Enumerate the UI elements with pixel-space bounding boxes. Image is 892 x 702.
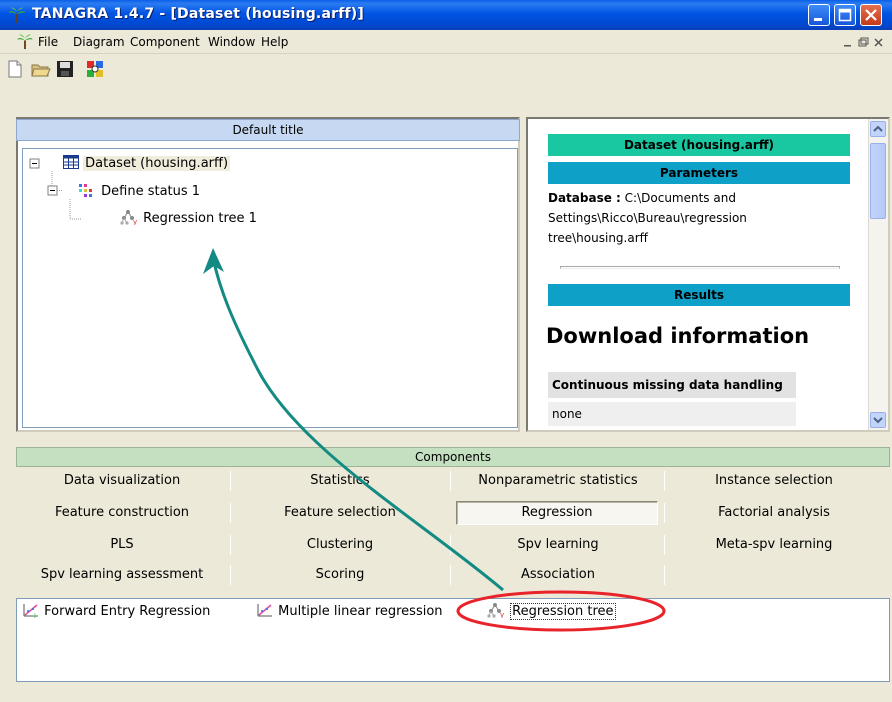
tab-data-visualization[interactable]: Data visualization <box>16 470 228 492</box>
results-title-bar: Dataset (housing.arff) <box>548 134 850 156</box>
component-forward-entry-regression[interactable]: + Forward Entry Regression <box>22 602 211 620</box>
tree-node-label: Define status 1 <box>101 184 201 199</box>
database-label: Database : <box>548 191 621 205</box>
diagram-tree: Dataset (housing.arff) Define status 1 y… <box>22 148 518 428</box>
database-path-3: tree\housing.arff <box>548 231 648 245</box>
missing-data-value: none <box>548 402 796 426</box>
svg-text:y: y <box>500 611 504 618</box>
scroll-up-button[interactable] <box>870 121 886 137</box>
tab-separator <box>450 535 451 555</box>
maximize-icon <box>838 8 852 22</box>
menu-diagram[interactable]: Diagram <box>73 35 125 49</box>
tab-clustering[interactable]: Clustering <box>234 534 446 556</box>
tab-separator <box>450 565 451 585</box>
open-folder-icon[interactable] <box>30 58 52 80</box>
tab-separator <box>230 503 231 523</box>
menu-help[interactable]: Help <box>261 35 288 49</box>
tab-instance-selection[interactable]: Instance selection <box>668 470 880 492</box>
tab-feature-selection[interactable]: Feature selection <box>234 502 446 524</box>
results-divider <box>560 266 840 269</box>
tab-spv-learning-assessment[interactable]: Spv learning assessment <box>16 564 228 586</box>
close-icon <box>865 9 877 21</box>
tab-separator <box>664 535 665 555</box>
tab-scoring[interactable]: Scoring <box>234 564 446 586</box>
tab-feature-construction[interactable]: Feature construction <box>16 502 228 524</box>
tab-meta-spv-learning[interactable]: Meta-spv learning <box>668 534 880 556</box>
mdi-close-icon <box>874 38 883 47</box>
tanagra-window: TANAGRA 1.4.7 - [Dataset (housing.arff)]… <box>0 0 892 702</box>
regression-tree-icon: y <box>120 210 137 226</box>
svg-text:y: y <box>133 218 137 225</box>
tab-statistics[interactable]: Statistics <box>234 470 446 492</box>
component-label: Regression tree <box>510 603 616 620</box>
missing-data-header: Continuous missing data handling <box>548 372 796 398</box>
component-regression-tree[interactable]: y Regression tree <box>486 602 616 620</box>
dataset-icon <box>63 155 79 169</box>
chevron-up-icon <box>873 125 883 132</box>
define-status-icon <box>79 184 92 197</box>
toolbar <box>0 55 892 83</box>
tree-node-define-status[interactable]: Define status 1 <box>77 182 200 199</box>
regression-chart-icon: + <box>23 604 38 620</box>
tab-separator <box>664 471 665 491</box>
diagram-title: Default title <box>16 119 520 141</box>
tab-separator <box>230 471 231 491</box>
minimize-button[interactable] <box>808 4 830 26</box>
menu-component[interactable]: Component <box>130 35 200 49</box>
status-bar <box>0 686 892 702</box>
parameters-bar: Parameters <box>548 162 850 184</box>
tab-association[interactable]: Association <box>454 564 662 586</box>
menu-bar: File Diagram Component Window Help <box>0 30 892 54</box>
tab-regression[interactable]: Regression <box>456 501 658 525</box>
new-file-icon[interactable] <box>4 58 26 80</box>
regression-tree-icon: y <box>487 603 504 619</box>
database-path-2: Settings\Ricco\Bureau\regression <box>548 211 747 225</box>
tab-separator <box>664 503 665 523</box>
tab-nonparametric-statistics[interactable]: Nonparametric statistics <box>454 470 662 492</box>
tab-factorial-analysis[interactable]: Factorial analysis <box>668 502 880 524</box>
tab-separator <box>450 471 451 491</box>
tree-node-dataset[interactable]: Dataset (housing.arff) <box>63 155 231 171</box>
component-label: Multiple linear regression <box>278 604 443 619</box>
tree-node-label: Dataset (housing.arff) <box>83 156 231 171</box>
save-icon[interactable] <box>54 58 76 80</box>
chevron-down-icon <box>873 417 883 424</box>
component-multiple-linear-regression[interactable]: Multiple linear regression <box>256 602 443 619</box>
tab-separator <box>664 565 665 585</box>
scroll-thumb[interactable] <box>870 143 886 219</box>
title-bar[interactable]: TANAGRA 1.4.7 - [Dataset (housing.arff)] <box>0 0 892 30</box>
tanagra-app-icon <box>9 7 25 23</box>
database-line-1: Database : C:\Documents and <box>548 188 736 208</box>
close-button[interactable] <box>860 4 882 26</box>
download-heading: Download information <box>546 324 810 348</box>
mdi-controls[interactable] <box>842 37 886 49</box>
tab-separator <box>230 565 231 585</box>
scroll-down-button[interactable] <box>870 412 886 428</box>
component-label: Forward Entry Regression <box>44 604 211 619</box>
mdi-minimize-icon <box>844 45 851 47</box>
results-bar: Results <box>548 284 850 306</box>
window-title: TANAGRA 1.4.7 - [Dataset (housing.arff)] <box>32 6 364 22</box>
svg-text:+: + <box>32 612 38 618</box>
mdi-restore-icon <box>858 39 867 47</box>
tanagra-menu-icon[interactable] <box>16 33 34 50</box>
database-path-1: C:\Documents and <box>624 191 736 205</box>
tab-spv-learning[interactable]: Spv learning <box>454 534 662 556</box>
regression-chart-icon <box>257 604 272 617</box>
minimize-icon <box>814 18 822 21</box>
tab-pls[interactable]: PLS <box>16 534 228 556</box>
menu-window[interactable]: Window <box>208 35 255 49</box>
tab-separator <box>230 535 231 555</box>
tree-node-label: Regression tree 1 <box>143 211 257 226</box>
menu-file[interactable]: File <box>38 35 58 49</box>
compute-icon[interactable] <box>84 58 106 80</box>
maximize-button[interactable] <box>834 4 856 26</box>
tree-node-regression-tree[interactable]: y Regression tree 1 <box>119 209 257 226</box>
components-header: Components <box>16 447 890 467</box>
